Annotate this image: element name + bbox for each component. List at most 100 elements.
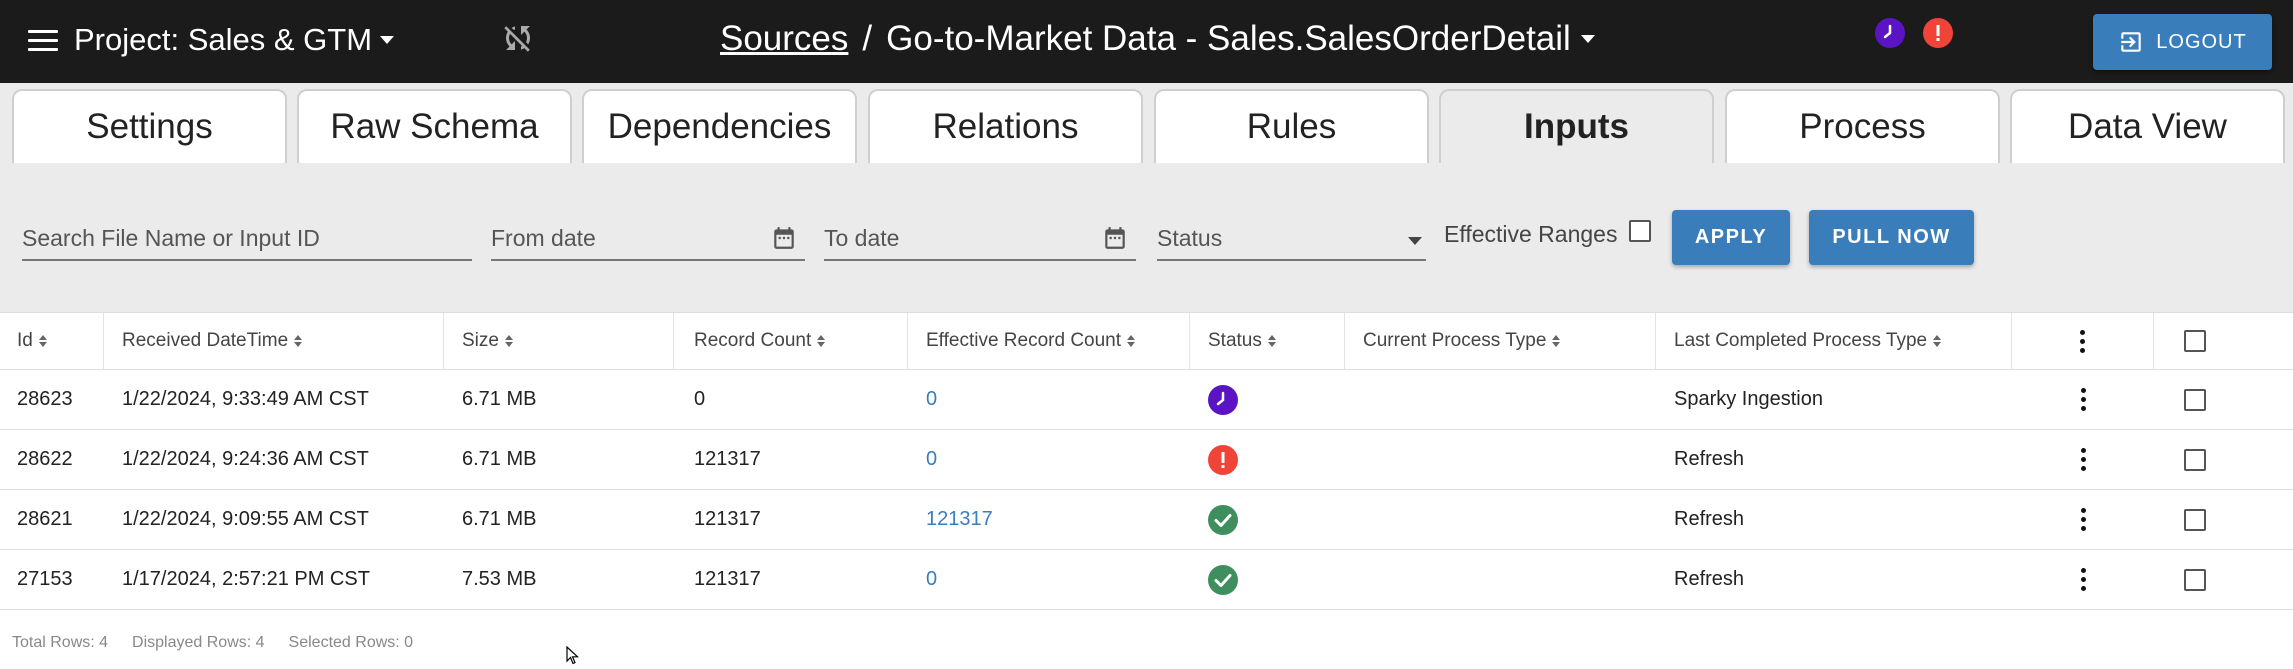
- column-header-status[interactable]: Status: [1190, 313, 1345, 369]
- row-actions-menu[interactable]: [2012, 490, 2154, 549]
- selected-rows: Selected Rows: 0: [288, 634, 414, 651]
- logout-label: LOGOUT: [2156, 30, 2247, 53]
- to-date-placeholder: To date: [824, 225, 900, 251]
- cell-size: 6.71 MB: [444, 370, 674, 429]
- cell-size-value: 6.71 MB: [462, 448, 537, 470]
- mouse-cursor-icon: [566, 646, 580, 665]
- column-header-received[interactable]: Received DateTime: [104, 313, 444, 369]
- cell-effective-record-count[interactable]: 121317: [908, 490, 1190, 549]
- cell-effective-record-count[interactable]: 0: [908, 550, 1190, 609]
- tab-dependencies[interactable]: Dependencies: [582, 89, 857, 163]
- column-header-size[interactable]: Size: [444, 313, 674, 369]
- project-selector[interactable]: Project: Sales & GTM: [74, 22, 395, 58]
- cell-record-count-value: 121317: [694, 448, 761, 470]
- cell-record-count: 121317: [674, 430, 908, 489]
- header-label: Effective Record Count: [926, 330, 1122, 351]
- column-header-effective-record-count[interactable]: Effective Record Count: [908, 313, 1190, 369]
- search-input[interactable]: Search File Name or Input ID: [22, 219, 472, 261]
- select-all-checkbox[interactable]: [2184, 330, 2206, 352]
- header-label: Size: [462, 330, 499, 351]
- row-actions-menu[interactable]: [2012, 370, 2154, 429]
- row-actions-menu[interactable]: [2012, 550, 2154, 609]
- table-row[interactable]: 28623 1/22/2024, 9:33:49 AM CST 6.71 MB 0 0 S…: [0, 370, 2293, 430]
- chevron-down-icon[interactable]: [1580, 35, 1595, 43]
- sort-icon: [294, 335, 303, 347]
- search-placeholder: Search File Name or Input ID: [22, 225, 320, 251]
- sort-icon: [817, 335, 826, 347]
- sort-icon: [1552, 335, 1561, 347]
- cell-last-completed-process-type-value: Refresh: [1674, 448, 1745, 470]
- from-date-field[interactable]: From date: [491, 219, 805, 261]
- table-row[interactable]: 28621 1/22/2024, 9:09:55 AM CST 6.71 MB 121…: [0, 490, 2293, 550]
- cell-received: 1/17/2024, 2:57:21 PM CST: [104, 550, 444, 609]
- cell-last-completed-process-type-value: Sparky Ingestion: [1674, 388, 1823, 410]
- effective-ranges-label: Effective Ranges: [1444, 221, 1618, 247]
- calendar-icon[interactable]: [771, 225, 797, 251]
- more-vert-icon: [2080, 568, 2086, 591]
- cell-status: [1190, 490, 1345, 549]
- cell-effective-record-count-value[interactable]: 0: [926, 568, 937, 591]
- cell-size: 6.71 MB: [444, 490, 674, 549]
- to-date-field[interactable]: To date: [824, 219, 1136, 261]
- apply-button[interactable]: APPLY: [1672, 210, 1790, 265]
- error-status-icon[interactable]: [1923, 18, 1953, 48]
- cell-record-count: 0: [674, 370, 908, 429]
- sort-icon: [1127, 335, 1136, 347]
- row-actions-menu[interactable]: [2012, 430, 2154, 489]
- table-row[interactable]: 27153 1/17/2024, 2:57:21 PM CST 7.53 MB 121…: [0, 550, 2293, 610]
- tab-process[interactable]: Process: [1725, 89, 2000, 163]
- row-checkbox[interactable]: [2184, 388, 2206, 411]
- cell-size-value: 6.71 MB: [462, 508, 537, 530]
- cell-effective-record-count[interactable]: 0: [908, 430, 1190, 489]
- cell-effective-record-count-value[interactable]: 0: [926, 448, 937, 471]
- select-all-cell: [2154, 313, 2293, 369]
- check-circle-icon: [1208, 504, 1238, 535]
- cell-effective-record-count[interactable]: 0: [908, 370, 1190, 429]
- menu-icon[interactable]: [28, 30, 58, 54]
- column-header-last-completed-process-type[interactable]: Last Completed Process Type: [1656, 313, 2012, 369]
- row-checkbox[interactable]: [2184, 568, 2206, 591]
- status-select[interactable]: Status: [1157, 219, 1426, 261]
- column-options-menu[interactable]: [2012, 313, 2154, 369]
- tab-raw-schema[interactable]: Raw Schema: [297, 89, 572, 163]
- displayed-rows: Displayed Rows: 4: [132, 634, 265, 651]
- total-rows: Total Rows: 4: [12, 634, 109, 651]
- column-header-current-process-type[interactable]: Current Process Type: [1345, 313, 1656, 369]
- row-checkbox[interactable]: [2184, 448, 2206, 471]
- row-checkbox[interactable]: [2184, 508, 2206, 531]
- effective-ranges-checkbox[interactable]: [1629, 220, 1651, 242]
- cell-size-value: 7.53 MB: [462, 568, 537, 590]
- check-circle-icon: [1208, 564, 1238, 595]
- tab-inputs[interactable]: Inputs: [1439, 89, 1714, 163]
- tab-settings[interactable]: Settings: [12, 89, 287, 163]
- row-select-cell: [2154, 490, 2293, 549]
- chevron-down-icon: [380, 36, 395, 44]
- tab-data-view[interactable]: Data View: [2010, 89, 2285, 163]
- breadcrumb-sources-link[interactable]: Sources: [720, 19, 848, 59]
- cell-status: [1190, 550, 1345, 609]
- column-header-id[interactable]: Id: [0, 313, 104, 369]
- cell-record-count: 121317: [674, 490, 908, 549]
- cell-received-value: 1/22/2024, 9:33:49 AM CST: [122, 388, 369, 410]
- header-label: Received DateTime: [122, 330, 289, 351]
- logout-button[interactable]: LOGOUT: [2093, 14, 2272, 70]
- cell-id: 28622: [0, 430, 104, 489]
- tab-relations[interactable]: Relations: [868, 89, 1143, 163]
- source-name[interactable]: Go-to-Market Data - Sales.SalesOrderDeta…: [886, 19, 1571, 59]
- sort-icon: [504, 335, 513, 347]
- row-select-cell: [2154, 430, 2293, 489]
- clock-status-icon[interactable]: [1875, 18, 1905, 48]
- cell-effective-record-count-value[interactable]: 121317: [926, 508, 993, 531]
- cell-effective-record-count-value[interactable]: 0: [926, 388, 937, 411]
- dropdown-arrow-icon: [1408, 237, 1422, 245]
- pull-now-button[interactable]: PULL NOW: [1809, 210, 1974, 265]
- tab-rules[interactable]: Rules: [1154, 89, 1429, 163]
- cell-size: 7.53 MB: [444, 550, 674, 609]
- cell-last-completed-process-type: Refresh: [1656, 550, 2012, 609]
- table-body: 28623 1/22/2024, 9:33:49 AM CST 6.71 MB 0 0 S…: [0, 370, 2293, 610]
- calendar-icon[interactable]: [1102, 225, 1128, 251]
- sync-off-icon[interactable]: [500, 20, 536, 56]
- table-row[interactable]: 28622 1/22/2024, 9:24:36 AM CST 6.71 MB 121…: [0, 430, 2293, 490]
- column-header-record-count[interactable]: Record Count: [674, 313, 908, 369]
- header-label: Status: [1208, 330, 1262, 351]
